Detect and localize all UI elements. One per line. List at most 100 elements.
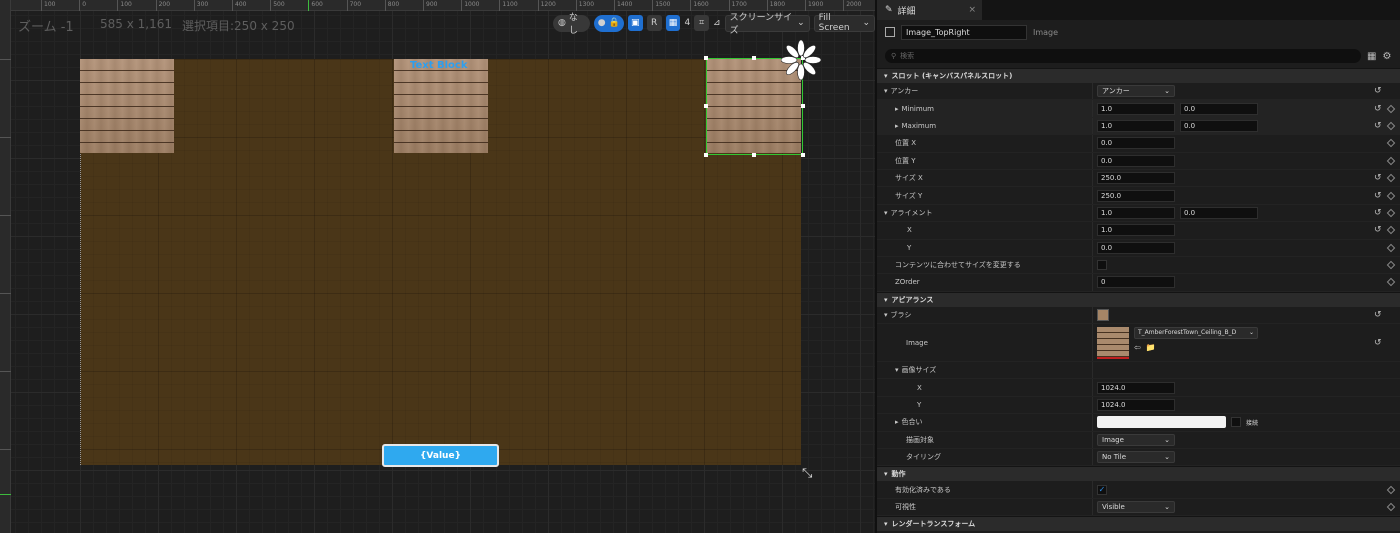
screen-size-label: スクリーンサイズ	[729, 13, 793, 36]
localization-preview-button[interactable]: ◍ なし	[553, 13, 590, 36]
section-behavior[interactable]: ▾ 動作	[877, 466, 1400, 482]
table-view-icon[interactable]: ▦	[1367, 51, 1376, 62]
keyframe-diamond-icon[interactable]	[1386, 104, 1396, 113]
render-mode-button[interactable]: R	[646, 15, 662, 31]
resize-handle[interactable]	[704, 56, 708, 60]
reset-icon[interactable]: ↺	[1374, 225, 1382, 235]
use-selected-icon[interactable]: ⇦	[1134, 343, 1141, 352]
image-size-y-field[interactable]: 1024.0	[1097, 399, 1175, 412]
keyframe-diamond-icon[interactable]	[1386, 156, 1396, 165]
reset-icon[interactable]: ↺	[1374, 86, 1382, 96]
section-render-transform[interactable]: ▾ レンダートランスフォーム	[877, 516, 1400, 532]
reset-icon[interactable]: ↺	[1374, 121, 1382, 131]
tiling-dropdown[interactable]: No Tile ⌄	[1097, 451, 1175, 464]
alignment-y-sub-field[interactable]: 0.0	[1097, 241, 1175, 254]
keyframe-diamond-icon[interactable]	[1386, 243, 1396, 252]
chevron-right-icon[interactable]: ▸	[895, 105, 899, 113]
ruler-tick-label: 100	[117, 0, 132, 11]
chevron-right-icon[interactable]: ▸	[895, 122, 899, 130]
zorder-field[interactable]: 0	[1097, 276, 1175, 289]
designer-viewport[interactable]: 100 0 100 200 300 400 500 600 700 800 900 1000 1100 1…	[0, 0, 875, 533]
keyframe-diamond-icon[interactable]	[1386, 278, 1396, 287]
resize-handle[interactable]	[704, 104, 708, 108]
section-appearance[interactable]: ▾ アピアランス	[877, 291, 1400, 307]
image-size-x-field[interactable]: 1024.0	[1097, 381, 1175, 394]
grid-snap-value[interactable]: 4	[684, 18, 690, 28]
size-to-content-checkbox[interactable]	[1097, 260, 1107, 271]
brush-swatch[interactable]	[1097, 308, 1109, 321]
position-x-field[interactable]: 0.0	[1097, 137, 1175, 150]
reset-icon[interactable]: ↺	[1374, 173, 1382, 183]
position-y-field[interactable]: 0.0	[1097, 154, 1175, 167]
keyframe-diamond-icon[interactable]	[1386, 191, 1396, 200]
anchor-flower-icon[interactable]	[781, 40, 821, 80]
chevron-down-icon[interactable]: ▾	[884, 87, 888, 95]
resize-handle[interactable]	[801, 153, 805, 157]
reset-icon[interactable]: ↺	[1374, 104, 1382, 114]
gear-icon[interactable]: ⚙	[1382, 51, 1391, 62]
text-block-widget[interactable]: Text Block	[410, 60, 468, 71]
tint-link-checkbox[interactable]	[1231, 417, 1241, 428]
flip-icon[interactable]: ⊿	[713, 18, 721, 28]
search-input[interactable]: ⚲ 検索	[885, 49, 1361, 63]
respect-locks-toggle[interactable]: ● 🔒	[593, 14, 624, 32]
is-enabled-checkbox[interactable]: ✓	[1097, 484, 1107, 495]
resize-handle[interactable]	[752, 153, 756, 157]
object-name-field[interactable]: Image_TopRight	[901, 24, 1027, 40]
canvas-resize-icon[interactable]: ⤡	[802, 466, 812, 481]
ruler-tick-label: 800	[384, 0, 399, 11]
grid-size-button[interactable]: ⌗	[694, 15, 710, 31]
section-slot[interactable]: ▾ スロット (キャンバスパネルスロット)	[877, 68, 1400, 83]
chevron-down-icon: ▾	[884, 470, 888, 479]
reset-icon[interactable]: ↺	[1374, 338, 1382, 348]
keyframe-diamond-icon[interactable]	[1386, 502, 1396, 512]
alignment-x-sub-field[interactable]: 1.0	[1097, 224, 1175, 237]
tint-color-swatch[interactable]	[1097, 416, 1226, 429]
minimum-x-field[interactable]: 1.0	[1097, 102, 1175, 115]
tab-details[interactable]: ✎ 詳細 ×	[877, 0, 982, 20]
maximum-y-field[interactable]: 0.0	[1180, 119, 1258, 132]
keyframe-diamond-icon[interactable]	[1386, 485, 1396, 494]
reset-icon[interactable]: ↺	[1374, 310, 1382, 320]
screen-size-dropdown[interactable]: スクリーンサイズ ⌄	[724, 13, 810, 36]
close-tab-icon[interactable]: ×	[968, 5, 976, 15]
maximum-x-field[interactable]: 1.0	[1097, 119, 1175, 132]
chevron-down-icon[interactable]: ▾	[884, 209, 888, 217]
chevron-down-icon[interactable]: ▾	[895, 366, 899, 374]
image-asset-dropdown[interactable]: T_AmberForestTown_Ceiling_B_D ⌄	[1134, 326, 1258, 339]
minimum-y-field[interactable]: 0.0	[1180, 102, 1258, 115]
ruler-tick-label: 900	[423, 0, 437, 11]
keyframe-diamond-icon[interactable]	[1386, 121, 1396, 131]
image-top-center[interactable]	[394, 59, 488, 153]
keyframe-diamond-icon[interactable]	[1386, 260, 1396, 270]
reset-icon[interactable]: ↺	[1374, 208, 1382, 218]
size-x-field[interactable]: 250.0	[1097, 172, 1175, 185]
chevron-down-icon[interactable]: ▾	[884, 311, 888, 319]
keyframe-diamond-icon[interactable]	[1386, 226, 1396, 235]
alignment-y-field[interactable]: 0.0	[1180, 206, 1258, 219]
alignment-x-field[interactable]: 1.0	[1097, 206, 1175, 219]
chevron-right-icon[interactable]: ▸	[895, 418, 899, 426]
value-button-widget[interactable]: {Value}	[382, 444, 499, 467]
resize-handle[interactable]	[801, 104, 805, 108]
globe-icon: ◍	[558, 18, 566, 28]
draw-as-dropdown[interactable]: Image ⌄	[1097, 433, 1175, 446]
fill-screen-dropdown[interactable]: Fill Screen ⌄	[813, 13, 875, 33]
keyframe-diamond-icon[interactable]	[1386, 208, 1396, 218]
outline-toggle-button[interactable]: ▣	[627, 15, 643, 31]
resize-handle[interactable]	[704, 153, 708, 157]
grid-snap-button[interactable]: ▦	[665, 15, 681, 31]
ruler-icon: ⌗	[699, 18, 705, 28]
ruler-mark	[0, 137, 11, 143]
keyframe-diamond-icon[interactable]	[1386, 173, 1396, 183]
image-top-left[interactable]	[80, 59, 174, 153]
keyframe-diamond-icon[interactable]	[1386, 139, 1396, 148]
reset-icon[interactable]: ↺	[1374, 191, 1382, 201]
browse-icon[interactable]: 📁	[1146, 343, 1156, 352]
visibility-dropdown[interactable]: Visible ⌄	[1097, 501, 1175, 513]
image-thumbnail[interactable]	[1097, 326, 1129, 359]
size-y-field[interactable]: 250.0	[1097, 189, 1175, 202]
anchors-dropdown[interactable]: アンカー ⌄	[1097, 85, 1175, 98]
details-search-bar: ⚲ 検索 ▦ ⚙	[877, 44, 1400, 68]
resize-handle[interactable]	[752, 56, 756, 60]
